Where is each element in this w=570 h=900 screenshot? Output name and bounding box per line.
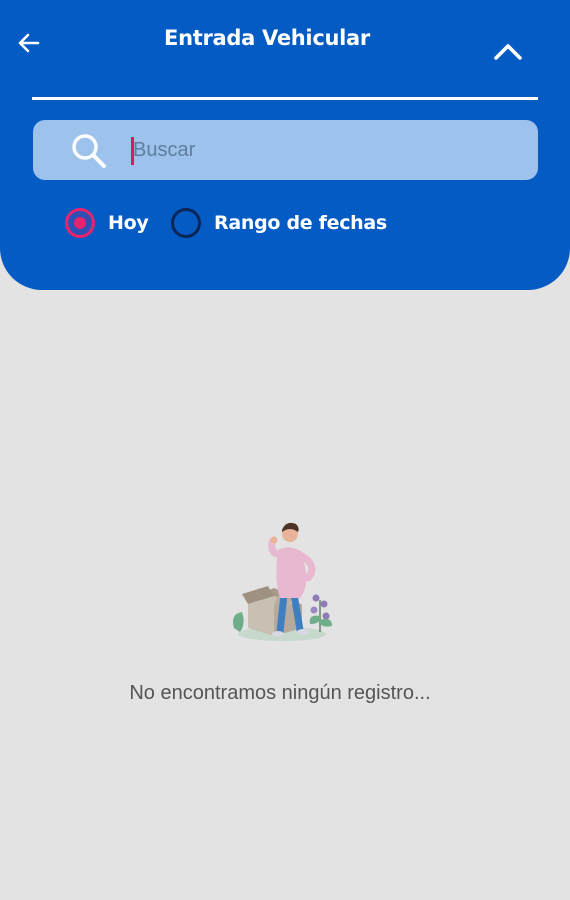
radio-button-checked[interactable] [65,208,95,238]
search-bar[interactable] [33,120,538,180]
header-divider [32,97,538,100]
empty-state-message: No encontramos ningún registro... [129,682,431,704]
radio-label-rango-de-fechas: Rango de fechas [214,212,387,234]
collapse-button[interactable] [490,38,526,64]
search-icon [69,131,109,171]
page-title: Entrada Vehicular [164,26,370,50]
search-input[interactable] [133,120,523,180]
empty-state-illustration [228,520,340,644]
radio-label-hoy: Hoy [108,212,149,234]
radio-option-rango-de-fechas[interactable]: Rango de fechas [171,206,387,240]
chevron-up-icon [494,44,522,60]
header-panel: Entrada Vehicular Hoy Rango de fechas [0,0,570,290]
radio-option-hoy[interactable]: Hoy [65,206,149,240]
radio-button-unchecked[interactable] [171,208,201,238]
